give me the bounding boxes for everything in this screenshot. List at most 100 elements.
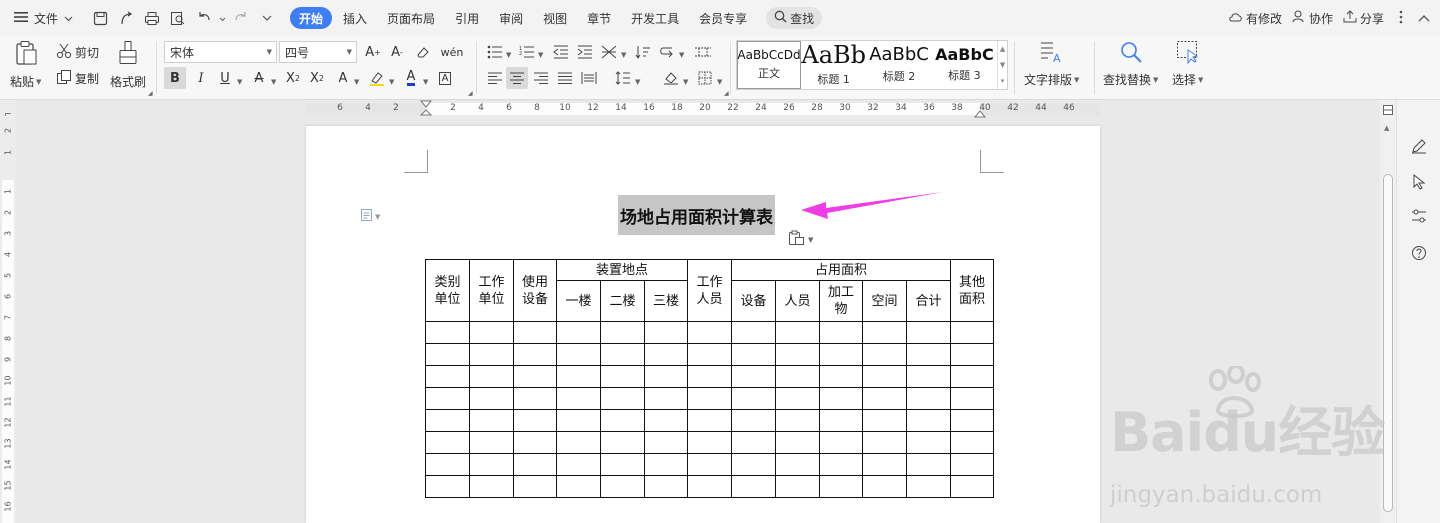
vertical-ruler[interactable]: ⌐ 2 1 1 2 3 4 5 6 7 8 9 10 11 12 13 14 1… bbox=[0, 100, 16, 523]
table-header-cell[interactable]: 空间 bbox=[862, 280, 907, 322]
superscript-icon[interactable]: X2 bbox=[282, 67, 304, 89]
collapse-ribbon-icon[interactable] bbox=[1418, 11, 1430, 25]
table-header-cell[interactable]: 合计 bbox=[906, 280, 951, 322]
table-cell[interactable] bbox=[644, 343, 688, 366]
borders-icon[interactable] bbox=[694, 67, 716, 89]
save-icon[interactable] bbox=[89, 7, 111, 29]
table-cell[interactable] bbox=[687, 321, 732, 344]
table-cell[interactable] bbox=[469, 431, 514, 454]
align-right-icon[interactable] bbox=[530, 67, 552, 89]
table-cell[interactable] bbox=[687, 365, 732, 388]
underline-button[interactable]: U bbox=[214, 67, 236, 89]
highlight-dropdown-icon[interactable]: ▼ bbox=[389, 78, 394, 86]
tab-member[interactable]: 会员专享 bbox=[690, 7, 756, 29]
table-cell[interactable] bbox=[513, 343, 557, 366]
expand-gallery-icon[interactable]: ▾ bbox=[1001, 77, 1005, 85]
table-cell[interactable] bbox=[775, 365, 820, 388]
table-cell[interactable] bbox=[687, 387, 732, 410]
table-cell[interactable] bbox=[819, 475, 863, 498]
shading-icon[interactable] bbox=[660, 67, 682, 89]
text-effect-icon[interactable]: A bbox=[332, 67, 354, 89]
table-cell[interactable] bbox=[556, 343, 601, 366]
table-cell[interactable] bbox=[775, 431, 820, 454]
table-cell[interactable] bbox=[687, 475, 732, 498]
table-header-cell[interactable]: 占用面积 bbox=[731, 259, 951, 281]
phonetic-guide-icon[interactable]: wén bbox=[438, 41, 466, 63]
table-header-cell[interactable]: 加工物 bbox=[819, 280, 863, 322]
text-effect-dropdown-icon[interactable]: ▼ bbox=[354, 78, 359, 86]
share-button[interactable]: 分享 bbox=[1343, 10, 1384, 27]
tab-view[interactable]: 视图 bbox=[534, 7, 576, 29]
table-header-cell[interactable]: 装置地点 bbox=[556, 259, 688, 281]
clipboard-launcher-icon[interactable]: ◢ bbox=[148, 90, 153, 97]
paragraph-options-button[interactable]: ▼ bbox=[360, 208, 380, 225]
file-menu-button[interactable]: 文件 bbox=[0, 0, 83, 36]
table-header-cell[interactable]: 工作单位 bbox=[469, 259, 514, 322]
line-spacing-dropdown-icon[interactable]: ▼ bbox=[635, 78, 640, 86]
undo-icon[interactable] bbox=[193, 7, 215, 29]
table-cell[interactable] bbox=[862, 365, 907, 388]
text-layout-button[interactable]: A 文字排版 ▼ bbox=[1024, 40, 1079, 88]
right-indent-marker[interactable] bbox=[973, 108, 987, 122]
table-cell[interactable] bbox=[950, 431, 994, 454]
table-cell[interactable] bbox=[513, 431, 557, 454]
table-cell[interactable] bbox=[469, 321, 514, 344]
table-cell[interactable] bbox=[600, 321, 645, 344]
table-cell[interactable] bbox=[644, 475, 688, 498]
first-line-indent-marker[interactable] bbox=[419, 100, 433, 120]
table-cell[interactable] bbox=[862, 431, 907, 454]
chinese-layout-dropdown-icon[interactable]: ▼ bbox=[621, 51, 626, 59]
table-cell[interactable] bbox=[819, 431, 863, 454]
table-cell[interactable] bbox=[425, 365, 470, 388]
show-marks-icon[interactable] bbox=[656, 41, 678, 63]
scroll-up-icon[interactable]: ▲ bbox=[1384, 124, 1389, 132]
table-cell[interactable] bbox=[687, 409, 732, 432]
table-cell[interactable] bbox=[906, 387, 951, 410]
table-cell[interactable] bbox=[469, 343, 514, 366]
table-cell[interactable] bbox=[556, 453, 601, 476]
table-cell[interactable] bbox=[950, 387, 994, 410]
table-cell[interactable] bbox=[600, 343, 645, 366]
table-cell[interactable] bbox=[425, 321, 470, 344]
font-color-icon[interactable]: A bbox=[400, 67, 422, 89]
table-cell[interactable] bbox=[425, 453, 470, 476]
table-cell[interactable] bbox=[600, 453, 645, 476]
table-cell[interactable] bbox=[425, 343, 470, 366]
font-size-select[interactable]: 四号 ▼ bbox=[279, 41, 357, 63]
table-cell[interactable] bbox=[425, 431, 470, 454]
split-view-icon[interactable] bbox=[1383, 104, 1393, 118]
shading-dropdown-icon[interactable]: ▼ bbox=[683, 78, 688, 86]
table-cell[interactable] bbox=[731, 453, 776, 476]
tab-insert[interactable]: 插入 bbox=[334, 7, 376, 29]
search-command-button[interactable]: 查找 bbox=[766, 7, 823, 29]
table-cell[interactable] bbox=[425, 409, 470, 432]
tab-chapter[interactable]: 章节 bbox=[578, 7, 620, 29]
table-cell[interactable] bbox=[731, 409, 776, 432]
table-cell[interactable] bbox=[425, 387, 470, 410]
bold-button[interactable]: B bbox=[164, 67, 186, 89]
table-header-cell[interactable]: 类别单位 bbox=[425, 259, 470, 322]
table-cell[interactable] bbox=[906, 475, 951, 498]
table-cell[interactable] bbox=[906, 321, 951, 344]
table-cell[interactable] bbox=[950, 365, 994, 388]
table-cell[interactable] bbox=[556, 365, 601, 388]
bullets-dropdown-icon[interactable]: ▼ bbox=[506, 51, 511, 59]
table-cell[interactable] bbox=[731, 387, 776, 410]
increase-indent-icon[interactable] bbox=[574, 41, 596, 63]
underline-dropdown-icon[interactable]: ▼ bbox=[237, 78, 242, 86]
table-cell[interactable] bbox=[819, 387, 863, 410]
table-cell[interactable] bbox=[950, 343, 994, 366]
table-cell[interactable] bbox=[469, 453, 514, 476]
table-cell[interactable] bbox=[644, 431, 688, 454]
selected-title-highlight[interactable]: 场地占用面积计算表 bbox=[618, 195, 775, 235]
character-border-icon[interactable]: A bbox=[434, 67, 456, 89]
table-cell[interactable] bbox=[600, 365, 645, 388]
more-options-icon[interactable] bbox=[1394, 10, 1408, 27]
table-cell[interactable] bbox=[775, 343, 820, 366]
table-cell[interactable] bbox=[513, 387, 557, 410]
table-cell[interactable] bbox=[819, 365, 863, 388]
horizontal-ruler[interactable]: 6 4 2 2 4 6 8 10 12 14 16 18 20 22 24 26… bbox=[306, 100, 1100, 120]
table-header-cell[interactable]: 二楼 bbox=[600, 280, 645, 322]
strikethrough-dropdown-icon[interactable]: ▼ bbox=[271, 78, 276, 86]
table-cell[interactable] bbox=[731, 431, 776, 454]
